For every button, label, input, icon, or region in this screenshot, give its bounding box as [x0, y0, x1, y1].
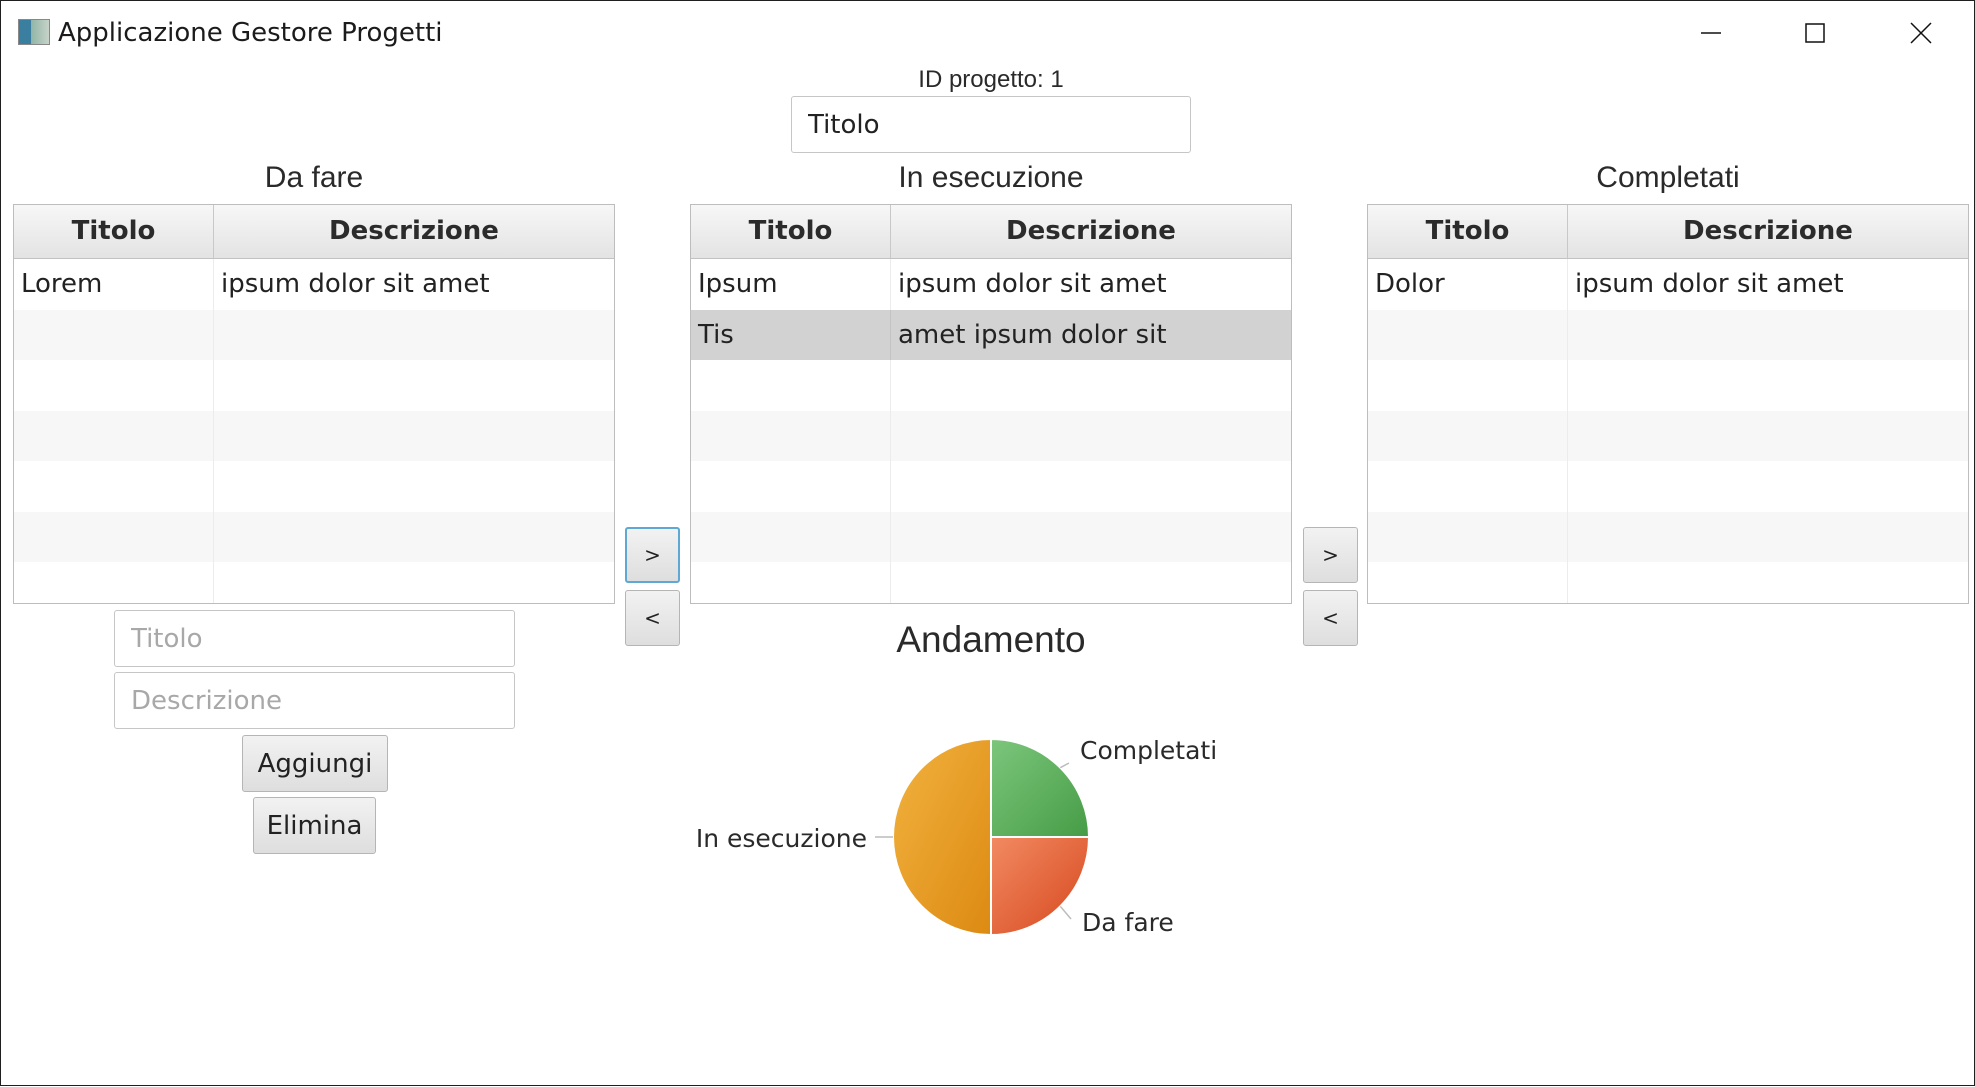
pie-slice-completati — [990, 737, 1091, 838]
pie-slice-in-esecuzione — [892, 737, 992, 937]
pie-label: Completati — [1080, 736, 1217, 765]
pie-label-line — [1059, 905, 1072, 920]
pie-chart: Completati Da fare In esecuzione — [696, 736, 1217, 937]
pie-label: Da fare — [1082, 908, 1174, 937]
app-window: Applicazione Gestore Progetti ID progett… — [0, 0, 1975, 1086]
pie-label: In esecuzione — [696, 824, 867, 853]
pie-slice-da-fare — [990, 836, 1091, 937]
pie-label-line — [1059, 762, 1070, 769]
